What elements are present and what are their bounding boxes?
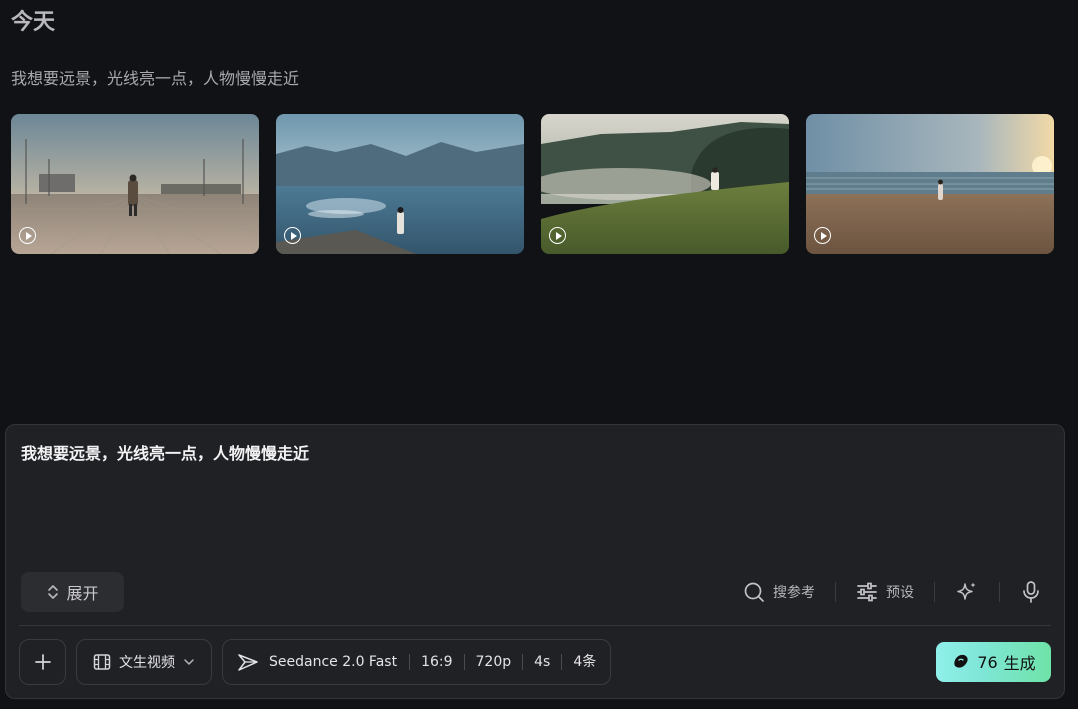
microphone-icon bbox=[1023, 581, 1039, 603]
section-title: 今天 bbox=[11, 10, 56, 35]
aspect-ratio[interactable]: 16:9 bbox=[409, 654, 463, 670]
prompt-input[interactable]: 我想要远景，光线亮一点，人物慢慢走近 bbox=[21, 440, 1041, 570]
divider bbox=[835, 582, 836, 602]
video-frame-plaza bbox=[11, 114, 259, 254]
expand-button[interactable]: 展开 bbox=[21, 572, 124, 612]
seedance-logo-icon bbox=[238, 654, 258, 671]
film-icon bbox=[93, 654, 111, 670]
divider bbox=[999, 582, 1000, 602]
play-circle-icon[interactable] bbox=[284, 227, 301, 244]
search-icon bbox=[744, 582, 764, 602]
expand-label: 展开 bbox=[66, 584, 99, 603]
prompt-composer: 我想要远景，光线亮一点，人物慢慢走近 展开 搜参考 预设 文生视频 Seedan… bbox=[5, 424, 1065, 699]
search-reference-button[interactable]: 搜参考 bbox=[743, 581, 815, 603]
resolution[interactable]: 720p bbox=[463, 654, 523, 670]
mode-selector[interactable]: 文生视频 bbox=[76, 639, 212, 685]
model-name: Seedance 2.0 Fast bbox=[269, 654, 398, 670]
history-prompt: 我想要远景，光线亮一点，人物慢慢走近 bbox=[11, 69, 300, 88]
output-count[interactable]: 4条 bbox=[561, 654, 596, 670]
chevron-updown-icon bbox=[48, 585, 59, 599]
composer-tools: 搜参考 预设 bbox=[743, 577, 1042, 607]
plus-icon bbox=[34, 654, 51, 670]
search-reference-label: 搜参考 bbox=[773, 585, 815, 601]
add-attachment-button[interactable] bbox=[19, 639, 66, 685]
video-frame-beach bbox=[806, 114, 1054, 254]
voice-input-button[interactable] bbox=[1020, 580, 1042, 604]
preset-label: 预设 bbox=[886, 585, 914, 601]
play-circle-icon[interactable] bbox=[19, 227, 36, 244]
video-frame-lake bbox=[276, 114, 524, 254]
duration[interactable]: 4s bbox=[522, 654, 561, 670]
sparkle-icon bbox=[957, 582, 976, 600]
video-thumbnail-plaza[interactable] bbox=[11, 114, 259, 254]
model-settings[interactable]: Seedance 2.0 Fast 16:9 720p 4s 4条 bbox=[222, 639, 612, 685]
video-frame-meadow bbox=[541, 114, 789, 254]
mode-label: 文生视频 bbox=[119, 655, 175, 671]
bean-icon bbox=[954, 654, 968, 668]
page: 今天 我想要远景，光线亮一点，人物慢慢走近 我想要远景，光线亮一点，人物慢慢走近… bbox=[0, 0, 1078, 709]
video-thumbnail-beach[interactable] bbox=[806, 114, 1054, 254]
play-circle-icon[interactable] bbox=[814, 227, 831, 244]
preset-button[interactable]: 预设 bbox=[856, 581, 914, 603]
composer-divider bbox=[19, 625, 1051, 626]
credit-count: 76 bbox=[977, 652, 998, 672]
sliders-icon bbox=[857, 582, 877, 602]
video-thumbnail-meadow[interactable] bbox=[541, 114, 789, 254]
generate-button[interactable]: 76 生成 bbox=[936, 642, 1051, 682]
composer-controls: 文生视频 Seedance 2.0 Fast 16:9 720p 4s 4条 bbox=[19, 639, 612, 685]
chevron-down-icon bbox=[184, 659, 194, 665]
magic-enhance-button[interactable] bbox=[955, 580, 979, 604]
video-results bbox=[11, 114, 1054, 254]
divider bbox=[934, 582, 935, 602]
play-circle-icon[interactable] bbox=[549, 227, 566, 244]
generate-label: 生成 bbox=[1003, 654, 1036, 673]
video-thumbnail-lake[interactable] bbox=[276, 114, 524, 254]
